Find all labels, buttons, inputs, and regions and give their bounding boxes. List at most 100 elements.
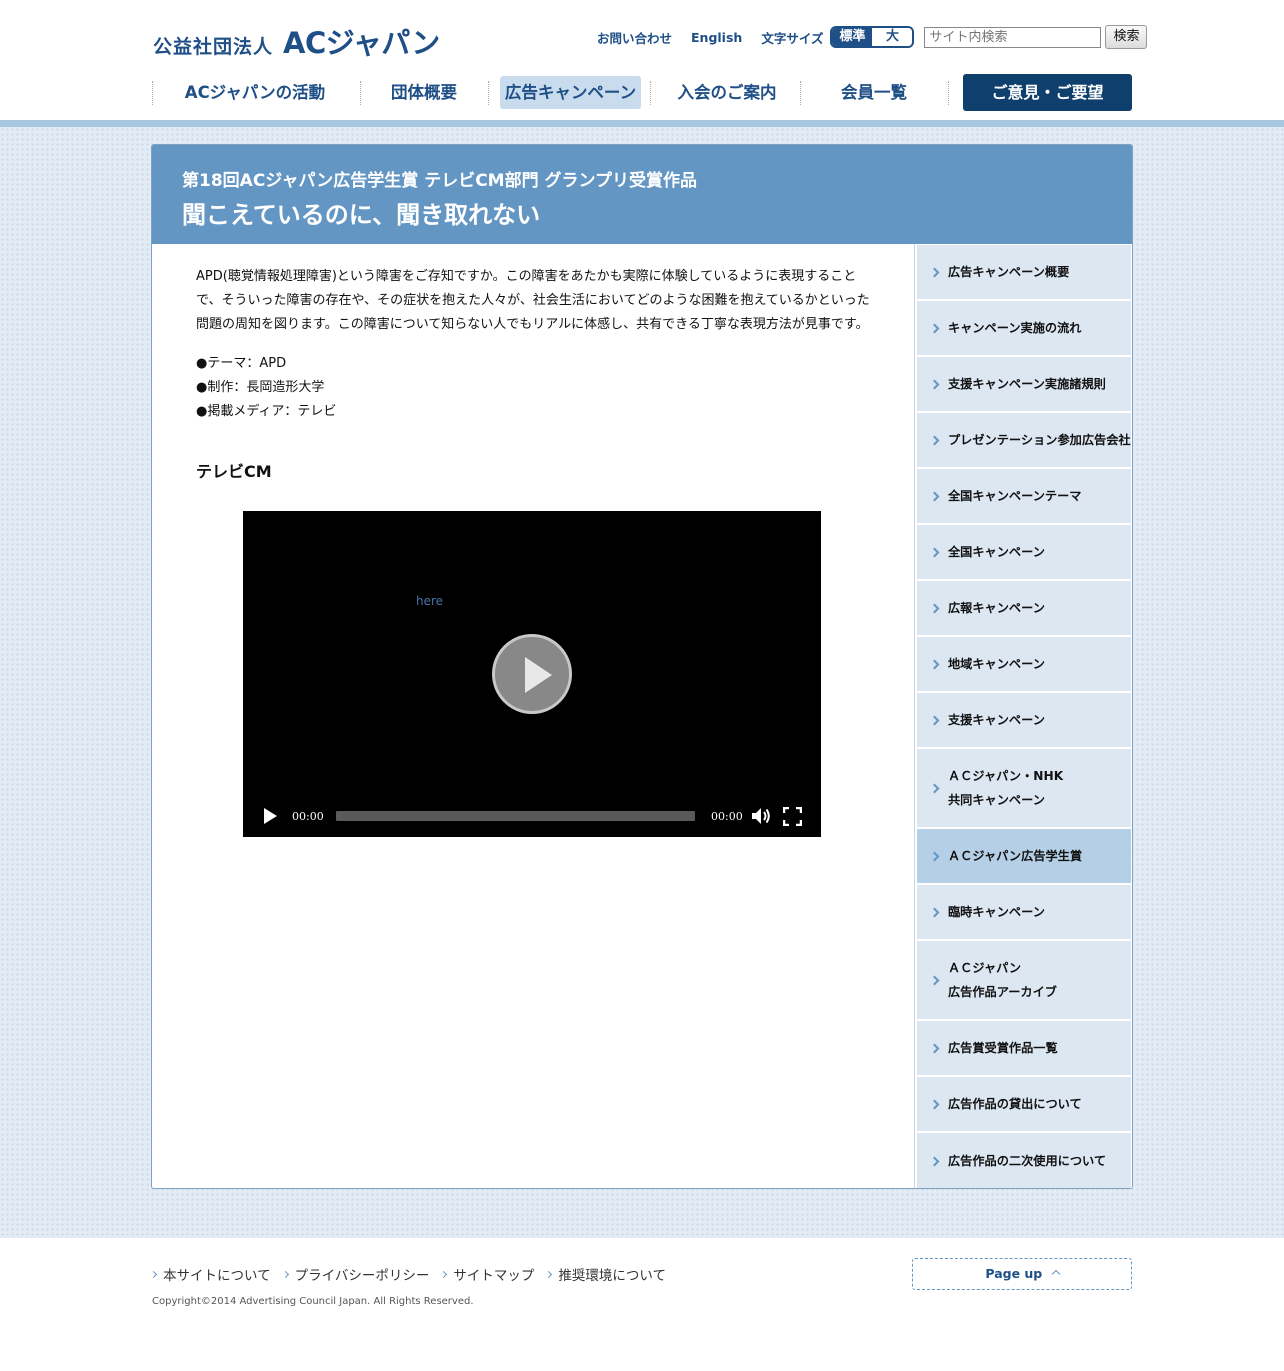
sidebar-item-emergency[interactable]: 臨時キャンペーン [917, 885, 1131, 940]
chevron-right-icon [929, 783, 940, 793]
global-nav: ACジャパンの活動 団体概要 広告キャンペーン 入会のご案内 会員一覧 ご意見・… [152, 74, 1132, 111]
page-title: 聞こえているのに、聞き取れない [182, 201, 541, 229]
sidebar-item-national[interactable]: 全国キャンペーン [917, 525, 1131, 580]
page-subtitle: 第18回ACジャパン広告学生賞 テレビCM部門 グランプリ受賞作品 [182, 171, 698, 191]
page-up-button[interactable]: Page up [912, 1258, 1132, 1290]
footer-link-label: 推奨環境について [558, 1268, 666, 1284]
chevron-right-icon [929, 907, 940, 917]
nav-item-activities[interactable]: ACジャパンの活動 [176, 76, 334, 109]
font-size-standard-button[interactable]: 標準 [832, 28, 873, 46]
sidebar-item-label-line2: 広告作品アーカイブ [948, 985, 1057, 999]
sidebar-item-awards-list[interactable]: 広告賞受賞作品一覧 [917, 1021, 1131, 1076]
chevron-right-icon [929, 1099, 940, 1109]
chevron-right-icon [149, 1270, 158, 1278]
nav-item-campaigns[interactable]: 広告キャンペーン [500, 76, 641, 109]
chevron-up-icon [1051, 1269, 1060, 1279]
sidebar-item-label-line1: ＡＣジャパン [948, 961, 1022, 975]
sidebar-item-label: ＡＣジャパン 広告作品アーカイブ [948, 956, 1057, 1004]
sidebar-item-label: 広告賞受賞作品一覧 [948, 1041, 1058, 1055]
header-band [0, 120, 1284, 127]
sidebar-item-national-theme[interactable]: 全国キャンペーンテーマ [917, 469, 1131, 524]
sidebar-item-label: ＡＣジャパン広告学生賞 [948, 849, 1083, 863]
video-fallback-link[interactable]: here [416, 594, 443, 608]
site-logo[interactable]: 公益社団法人 ACジャパン [153, 20, 440, 62]
chevron-right-icon [929, 379, 940, 389]
font-size-large-button[interactable]: 大 [872, 28, 913, 46]
site-search-input[interactable] [924, 26, 1102, 48]
sidebar-item-label: 広報キャンペーン [948, 601, 1045, 615]
chevron-right-icon [929, 1156, 940, 1166]
nav-divider [360, 81, 361, 105]
fullscreen-icon[interactable] [783, 807, 802, 826]
chevron-right-icon [929, 975, 940, 985]
sidebar-item-label: 臨時キャンペーン [948, 905, 1045, 919]
sidebar-item-student-award[interactable]: ＡＣジャパン広告学生賞 [917, 829, 1131, 884]
nav-item-about[interactable]: 団体概要 [374, 76, 474, 109]
chevron-right-icon [929, 435, 940, 445]
sidebar-item-regional[interactable]: 地域キャンペーン [917, 637, 1131, 692]
content-panel: 第18回ACジャパン広告学生賞 テレビCM部門 グランプリ受賞作品 聞こえている… [151, 144, 1133, 1189]
spec-media: ●掲載メディア：テレビ [196, 404, 337, 419]
nav-divider [948, 81, 949, 105]
page-up-label: Page up [985, 1266, 1043, 1281]
copyright: Copyright©2014 Advertising Council Japan… [152, 1296, 474, 1307]
nav-divider [152, 81, 153, 105]
chevron-right-icon [929, 547, 940, 557]
spec-production: ●制作：長岡造形大学 [196, 380, 325, 395]
english-link[interactable]: English [691, 30, 742, 45]
chevron-right-icon [929, 659, 940, 669]
footer-link-environment[interactable]: 推奨環境について [545, 1264, 666, 1284]
sidebar-item-label: 全国キャンペーンテーマ [948, 489, 1082, 503]
sidebar-item-support[interactable]: 支援キャンペーン [917, 693, 1131, 748]
sidebar-item-agencies[interactable]: プレゼンテーション参加広告会社 [917, 413, 1131, 468]
title-band: 第18回ACジャパン広告学生賞 テレビCM部門 グランプリ受賞作品 聞こえている… [152, 145, 1132, 244]
sidebar-item-label-line2: 共同キャンペーン [948, 793, 1045, 807]
sidebar-item-pr[interactable]: 広報キャンペーン [917, 581, 1131, 636]
footer-link-sitemap[interactable]: サイトマップ [440, 1264, 535, 1284]
sidebar-item-label: 広告作品の貸出について [948, 1097, 1082, 1111]
sidebar-item-overview[interactable]: 広告キャンペーン概要 [917, 245, 1131, 300]
chevron-right-icon [929, 851, 940, 861]
footer-link-about-site[interactable]: 本サイトについて [149, 1264, 271, 1284]
lead-paragraph: APD(聴覚情報処理障害)という障害をご存知ですか。この障害をあたかも実際に体験… [196, 269, 870, 332]
chevron-right-icon [929, 267, 940, 277]
site-footer: 本サイトについて プライバシーポリシー サイトマップ 推奨環境について Copy… [0, 1238, 1284, 1371]
footer-link-label: 本サイトについて [163, 1268, 271, 1284]
chevron-right-icon [440, 1270, 448, 1278]
sidebar-item-archive[interactable]: ＡＣジャパン 広告作品アーカイブ [917, 941, 1131, 1020]
play-icon[interactable] [264, 808, 277, 824]
sidebar-item-flow[interactable]: キャンペーン実施の流れ [917, 301, 1131, 356]
search-button[interactable]: 検索 [1105, 25, 1148, 49]
contact-link[interactable]: お問い合わせ [597, 28, 672, 47]
sidebar-item-label: 地域キャンペーン [948, 657, 1045, 671]
sidebar-item-secondary-use[interactable]: 広告作品の二次使用について [917, 1133, 1131, 1188]
chevron-right-icon [281, 1270, 289, 1278]
sidebar-item-nhk-joint[interactable]: ＡＣジャパン・NHK 共同キャンペーン [917, 749, 1131, 828]
footer-link-label: サイトマップ [453, 1268, 535, 1284]
opinion-button[interactable]: ご意見・ご要望 [963, 74, 1132, 111]
main-column: APD(聴覚情報処理障害)という障害をご存知ですか。この障害をあたかも実際に体験… [196, 265, 876, 482]
site-header: 公益社団法人 ACジャパン お問い合わせ English 文字サイズ 標準 大 … [0, 0, 1284, 120]
big-play-icon[interactable] [492, 634, 572, 714]
sidebar-item-rules[interactable]: 支援キャンペーン実施諸規則 [917, 357, 1131, 412]
nav-item-membership[interactable]: 入会のご案内 [657, 76, 797, 109]
sidebar-nav: 広告キャンペーン概要 キャンペーン実施の流れ 支援キャンペーン実施諸規則 プレゼ… [914, 244, 1132, 1188]
sidebar-item-label: 支援キャンペーン実施諸規則 [948, 377, 1106, 391]
sidebar-item-lending[interactable]: 広告作品の貸出について [917, 1077, 1131, 1132]
volume-icon[interactable] [751, 807, 771, 825]
nav-item-members[interactable]: 会員一覧 [814, 76, 934, 109]
sidebar-item-label: 広告キャンペーン概要 [948, 265, 1070, 279]
sidebar-item-label: ＡＣジャパン・NHK 共同キャンペーン [948, 764, 1063, 812]
progress-bar[interactable] [336, 811, 695, 821]
duration-time: 00:00 [711, 810, 743, 823]
sidebar-item-label: 広告作品の二次使用について [948, 1154, 1107, 1168]
nav-divider [488, 81, 489, 105]
footer-link-privacy[interactable]: プライバシーポリシー [281, 1264, 429, 1284]
utility-nav: お問い合わせ English 文字サイズ 標準 大 検索 [597, 25, 1148, 49]
chevron-right-icon [929, 491, 940, 501]
sidebar-item-label-line1: ＡＣジャパン・NHK [948, 769, 1064, 783]
video-controls: 00:00 00:00 [243, 795, 821, 837]
sidebar-item-label: 全国キャンペーン [948, 545, 1045, 559]
video-player[interactable]: here 00:00 00:00 [243, 511, 821, 837]
chevron-right-icon [929, 323, 940, 333]
